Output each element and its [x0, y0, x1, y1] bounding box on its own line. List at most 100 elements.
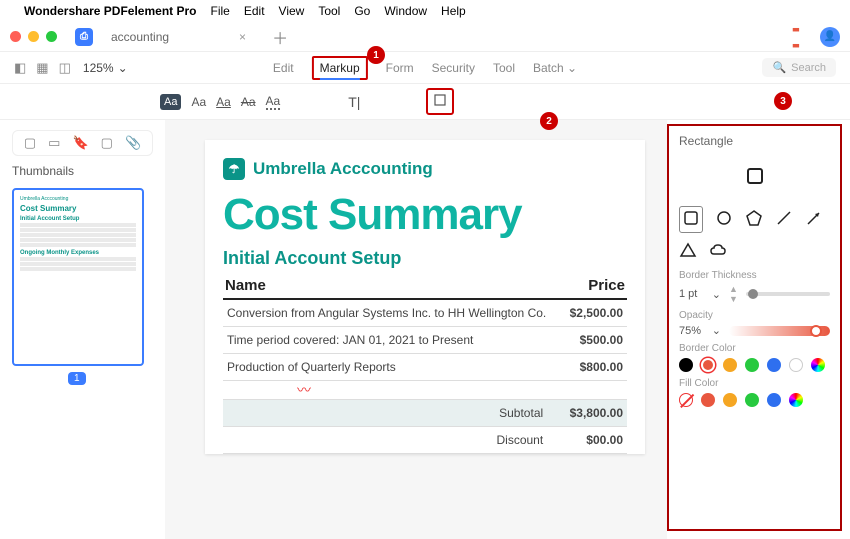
company-name: Umbrella Acccounting	[253, 159, 433, 179]
sidebar-toggle-icon[interactable]: ◧	[14, 60, 26, 76]
menu-help[interactable]: Help	[441, 4, 466, 18]
border-color-swatches	[679, 358, 830, 372]
chevron-down-icon: ⌄	[118, 61, 128, 75]
shape-circle-icon[interactable]	[715, 209, 733, 230]
thumb-section-1: Initial Account Setup	[20, 216, 136, 222]
swatch-orange[interactable]	[723, 358, 737, 372]
two-page-icon[interactable]: ◫	[59, 60, 71, 76]
shape-cloud-icon[interactable]	[709, 241, 727, 262]
text-tool-squiggle-icon[interactable]: Aa	[266, 94, 281, 110]
mac-menubar: Wondershare PDFelement Pro File Edit Vie…	[0, 0, 850, 22]
document-title: Cost Summary	[223, 190, 627, 240]
shape-tool-button[interactable]	[426, 88, 454, 115]
swatch-black[interactable]	[679, 358, 693, 372]
opacity-control: 75% ⌄	[679, 324, 830, 337]
table-row: Conversion from Angular Systems Inc. to …	[223, 299, 627, 327]
color-wheel-icon[interactable]	[789, 393, 803, 407]
callout-3: 3	[774, 92, 792, 110]
bookmarks-tab-icon[interactable]: 🔖	[72, 135, 88, 151]
shape-rectangle-icon[interactable]	[679, 206, 703, 233]
cell-name: Conversion from Angular Systems Inc. to …	[223, 299, 563, 327]
tab-markup[interactable]: Markup	[312, 56, 368, 80]
textbox-tool-icon[interactable]: T|	[348, 94, 360, 110]
border-thickness-control: 1 pt ⌄ ▲▼	[679, 284, 830, 304]
swatch-green[interactable]	[745, 393, 759, 407]
slider-knob[interactable]	[810, 325, 822, 337]
swatch-red-selected[interactable]	[701, 358, 715, 372]
border-thickness-dropdown[interactable]: 1 pt ⌄	[679, 288, 721, 301]
tab-security[interactable]: Security	[432, 61, 475, 75]
swatch-blue[interactable]	[767, 393, 781, 407]
chevron-down-icon: ⌄	[712, 288, 721, 301]
svg-text:T: T	[379, 110, 384, 119]
maximize-window-icon[interactable]	[46, 31, 57, 42]
cell-price: $500.00	[563, 327, 627, 354]
umbrella-logo-icon: ☂	[223, 158, 245, 180]
swatch-green[interactable]	[745, 358, 759, 372]
swatch-orange[interactable]	[723, 393, 737, 407]
shape-arrow-icon[interactable]	[805, 209, 823, 230]
tab-tool[interactable]: Tool	[493, 61, 515, 75]
thumb-title: Cost Summary	[20, 204, 136, 213]
shape-line-icon[interactable]	[775, 209, 793, 230]
text-tools-group: Aa Aa Aa Aa Aa	[160, 94, 280, 110]
border-thickness-slider[interactable]	[746, 292, 830, 296]
zoom-dropdown[interactable]: 125% ⌄	[83, 61, 128, 75]
grid-view-icon[interactable]: ▦	[36, 60, 48, 76]
opacity-slider[interactable]	[729, 326, 830, 336]
apps-grid-icon[interactable]: ▪▪▪▪	[792, 21, 798, 53]
chevron-down-icon: ⌄	[712, 324, 721, 337]
search-field[interactable]: 🔍 Search	[762, 58, 836, 77]
minimize-window-icon[interactable]	[28, 31, 39, 42]
callout-2: 2	[540, 112, 558, 130]
new-tab-button[interactable]: ＋	[272, 25, 288, 49]
shape-pentagon-icon[interactable]	[745, 209, 763, 230]
opacity-label: Opacity	[679, 310, 830, 321]
text-tool-strike-icon[interactable]: Aa	[241, 95, 256, 109]
company-brand: ☂ Umbrella Acccounting	[223, 158, 627, 180]
swatch-blue[interactable]	[767, 358, 781, 372]
thumbnails-tab-icon[interactable]: ▢	[24, 135, 36, 151]
menu-go[interactable]: Go	[354, 4, 370, 18]
color-wheel-icon[interactable]	[811, 358, 825, 372]
opacity-dropdown[interactable]: 75% ⌄	[679, 324, 721, 337]
user-avatar-icon[interactable]: 👤	[820, 27, 840, 47]
text-tool-underline-icon[interactable]: Aa	[216, 95, 231, 109]
squiggle-annotation[interactable]: 〰	[297, 387, 559, 393]
document-tab[interactable]: accounting ×	[103, 26, 254, 48]
slider-knob[interactable]	[748, 289, 758, 299]
search-placeholder: Search	[791, 62, 826, 74]
comments-tab-icon[interactable]: ▭	[48, 135, 60, 151]
menu-view[interactable]: View	[279, 4, 305, 18]
page-thumbnail[interactable]: Umbrella Acccounting Cost Summary Initia…	[12, 188, 144, 366]
swatch-white[interactable]	[789, 358, 803, 372]
menu-tool[interactable]: Tool	[318, 4, 340, 18]
tab-batch[interactable]: Batch ⌄	[533, 61, 577, 75]
app-name[interactable]: Wondershare PDFelement Pro	[24, 4, 197, 18]
cell-name: Production of Quarterly Reports	[223, 354, 563, 381]
tab-form[interactable]: Form	[386, 61, 414, 75]
main-toolbar: ◧ ▦ ◫ 125% ⌄ Edit Markup Form Security T…	[0, 52, 850, 84]
shape-preview	[679, 156, 830, 196]
close-window-icon[interactable]	[10, 31, 21, 42]
menu-edit[interactable]: Edit	[244, 4, 265, 18]
layers-tab-icon[interactable]: ▢	[101, 135, 113, 151]
menu-file[interactable]: File	[211, 4, 230, 18]
tab-edit[interactable]: Edit	[273, 61, 294, 75]
thickness-stepper-icon[interactable]: ▲▼	[729, 284, 738, 304]
drawing-tools-group: T| T T	[310, 88, 520, 115]
swatch-none[interactable]	[679, 393, 693, 407]
close-tab-icon[interactable]: ×	[239, 30, 246, 44]
traffic-lights[interactable]	[10, 31, 57, 42]
highlight-tool-icon[interactable]: Aa	[160, 94, 181, 110]
chevron-down-icon: ⌄	[567, 61, 577, 75]
text-tool-normal-icon[interactable]: Aa	[191, 95, 206, 109]
document-canvas[interactable]: ☂ Umbrella Acccounting Cost Summary Init…	[165, 120, 667, 539]
menu-window[interactable]: Window	[384, 4, 427, 18]
fill-color-swatches	[679, 393, 830, 407]
attachments-tab-icon[interactable]: 📎	[125, 135, 141, 151]
border-thickness-value: 1 pt	[679, 288, 697, 300]
swatch-red[interactable]	[701, 393, 715, 407]
tab-title: accounting	[111, 30, 169, 44]
shape-triangle-icon[interactable]	[679, 241, 697, 262]
